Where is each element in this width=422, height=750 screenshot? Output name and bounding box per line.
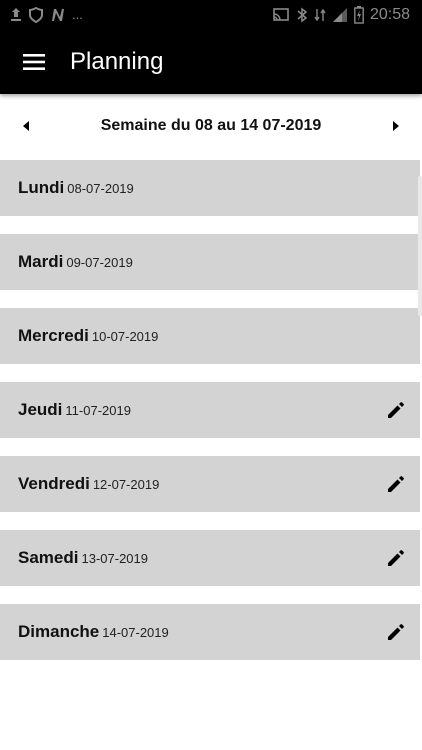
pencil-icon (388, 476, 404, 492)
more-dots-icon: ... (72, 7, 83, 22)
day-name-label: Jeudi 11-07-2019 (18, 400, 131, 421)
day-name: Vendredi (18, 474, 90, 493)
day-name-label: Samedi 13-07-2019 (18, 548, 148, 569)
menu-button[interactable] (14, 42, 54, 82)
n-letter-icon (52, 9, 64, 21)
shield-icon (29, 7, 43, 23)
day-row-vendredi[interactable]: Vendredi 12-07-2019 (0, 456, 420, 512)
triangle-right-icon (393, 121, 399, 131)
status-right-icons: 20:58 (272, 5, 410, 25)
day-name-label: Mercredi 10-07-2019 (18, 326, 158, 347)
day-name: Samedi (18, 548, 79, 567)
day-name-label: Mardi 09-07-2019 (18, 252, 133, 273)
day-row-dimanche[interactable]: Dimanche 14-07-2019 (0, 604, 420, 660)
pencil-icon (388, 550, 404, 566)
status-left-icons: ... (10, 6, 83, 24)
day-date: 13-07-2019 (81, 551, 148, 566)
day-date: 09-07-2019 (66, 255, 133, 270)
app-bar: Planning (0, 30, 422, 94)
day-date: 08-07-2019 (67, 181, 134, 196)
status-bar: ... 20:58 (0, 0, 422, 30)
day-name: Dimanche (18, 622, 100, 641)
day-name: Jeudi (18, 400, 63, 419)
status-time: 20:58 (369, 6, 410, 23)
bluetooth-icon (297, 7, 308, 23)
day-date: 14-07-2019 (102, 625, 169, 640)
day-row-samedi[interactable]: Samedi 13-07-2019 (0, 530, 420, 586)
edit-button-dimanche[interactable] (386, 622, 406, 642)
day-date: 10-07-2019 (91, 329, 159, 344)
page-title: Planning (70, 48, 164, 75)
app-screen: ... 20:58 Planning Semaine du 08 au 14 0… (0, 0, 422, 750)
day-row-lundi[interactable]: Lundi 08-07-2019 (0, 160, 420, 216)
day-date: 12-07-2019 (92, 477, 160, 492)
edit-button-jeudi[interactable] (386, 400, 406, 420)
pencil-icon (388, 402, 404, 418)
week-label: Semaine du 08 au 14 07-2019 (100, 117, 322, 134)
cast-icon (273, 8, 289, 21)
edit-button-samedi[interactable] (386, 548, 406, 568)
next-week-button[interactable] (386, 116, 406, 136)
day-name: Lundi (18, 178, 65, 197)
day-name: Mercredi (18, 326, 89, 345)
upload-icon (11, 8, 21, 21)
day-name-label: Lundi 08-07-2019 (18, 178, 134, 199)
day-name: Mardi (18, 252, 64, 271)
scrollbar[interactable] (418, 176, 422, 316)
day-date: 11-07-2019 (65, 403, 131, 418)
day-name-label: Dimanche 14-07-2019 (18, 622, 169, 643)
week-navigation: Semaine du 08 au 14 07-2019 (0, 94, 422, 158)
day-row-mercredi[interactable]: Mercredi 10-07-2019 (0, 308, 420, 364)
battery-icon (354, 6, 364, 24)
signal-icon (332, 8, 347, 22)
day-row-mardi[interactable]: Mardi 09-07-2019 (0, 234, 420, 290)
day-row-jeudi[interactable]: Jeudi 11-07-2019 (0, 382, 420, 438)
data-icon (314, 8, 326, 22)
hamburger-menu-icon (23, 54, 45, 70)
day-name-label: Vendredi 12-07-2019 (18, 474, 159, 495)
pencil-icon (388, 624, 404, 640)
edit-button-vendredi[interactable] (386, 474, 406, 494)
